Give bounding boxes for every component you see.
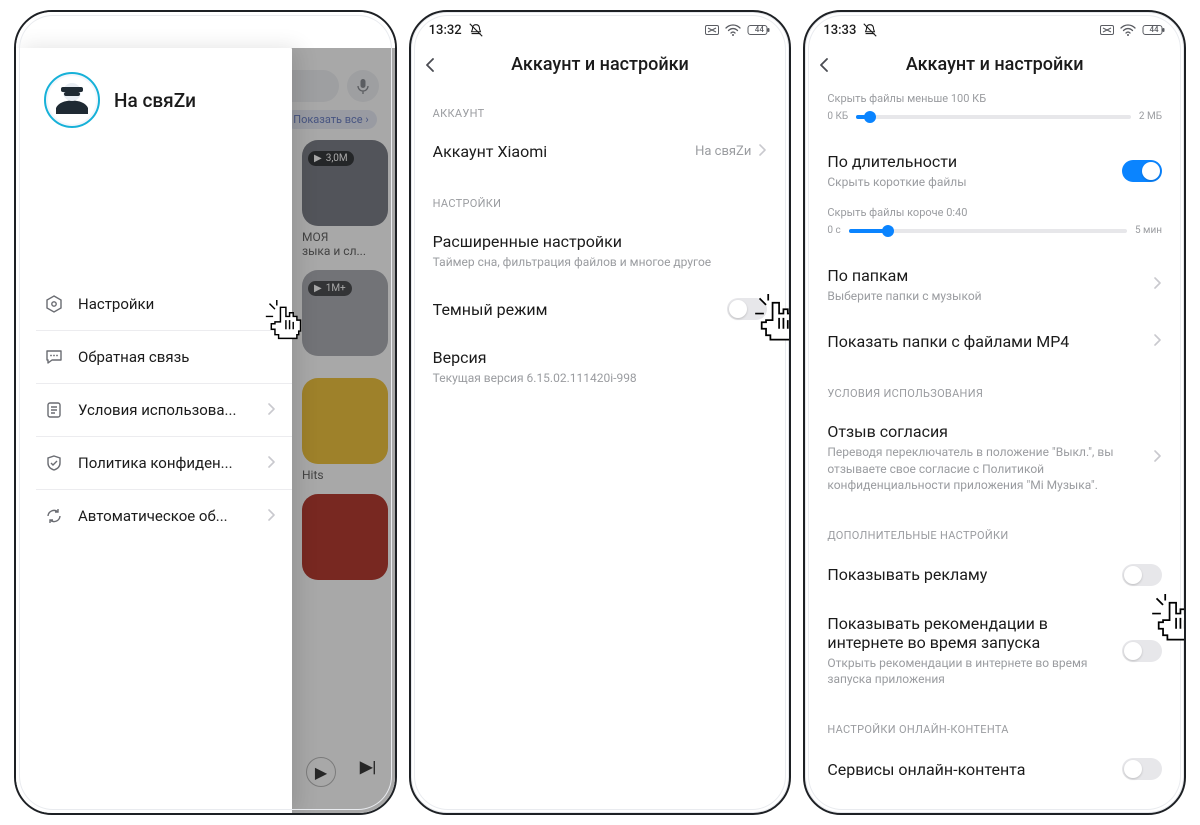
drawer-item-terms[interactable]: Условия использова...	[36, 384, 292, 437]
row-consent[interactable]: Отзыв согласия Переводя переключатель в …	[805, 408, 1184, 507]
back-button[interactable]	[819, 58, 847, 72]
page-title: Аккаунт и настройки	[847, 54, 1170, 75]
phone-1: 13:32 44 Показать все › ▶ 3,0M МОЯ зыка …	[14, 10, 397, 815]
row-show-recommendations[interactable]: Показывать рекомендации в интернете во в…	[805, 600, 1184, 701]
drawer-item-label: Условия использова...	[78, 401, 254, 419]
drawer-item-label: Автоматическое об...	[78, 507, 254, 525]
row-dark-mode[interactable]: Темный режим	[411, 284, 790, 334]
refresh-icon	[44, 506, 64, 526]
slider-min: 0 КБ	[827, 111, 848, 122]
row-title: Показывать рекламу	[827, 565, 1122, 584]
chevron-right-icon	[268, 454, 276, 472]
slider-label: Скрыть файлы короче 0:40	[827, 206, 1162, 219]
row-xiaomi-account[interactable]: Аккаунт Xiaomi На свяZи	[411, 128, 790, 175]
row-subtitle: Открыть рекомендации в интернете во врем…	[827, 655, 1122, 687]
row-by-folder[interactable]: По папкам Выберите папки с музыкой	[805, 252, 1184, 318]
slider-thumb[interactable]	[864, 111, 876, 123]
drawer-item-label: Обратная связь	[78, 348, 276, 366]
document-icon	[44, 400, 64, 420]
phone-2: 13:32 44 Аккаунт и настройки АККАУНТ Акк…	[409, 10, 792, 815]
page-header: Аккаунт и настройки	[411, 44, 790, 85]
slider-by-duration[interactable]: Скрыть файлы короче 0:40 0 с 5 мин	[805, 204, 1184, 252]
row-title: Темный режим	[433, 300, 728, 319]
slider-max: 2 МБ	[1139, 111, 1162, 122]
speech-bubble-icon	[44, 347, 64, 367]
slider-max: 5 мин	[1135, 225, 1162, 236]
section-header-terms: УСЛОВИЯ ИСПОЛЬЗОВАНИЯ	[805, 365, 1184, 408]
toggle-ads[interactable]	[1122, 564, 1162, 586]
row-value: На свяZи	[695, 144, 751, 159]
battery-icon: 44	[747, 23, 771, 37]
row-advanced-settings[interactable]: Расширенные настройки Таймер сна, фильтр…	[411, 218, 790, 284]
row-title: Аккаунт Xiaomi	[433, 142, 695, 161]
row-subtitle: Выберите папки с музыкой	[827, 288, 1154, 304]
toggle-dark-mode[interactable]	[727, 298, 767, 320]
section-header-settings: НАСТРОЙКИ	[411, 175, 790, 218]
row-title: Сервисы онлайн-контента	[827, 760, 1122, 779]
dnd-icon	[862, 22, 878, 38]
hex-gear-icon	[44, 294, 64, 314]
chevron-right-icon	[1154, 334, 1162, 350]
section-header-account: АККАУНТ	[411, 85, 790, 128]
row-online-services[interactable]: Сервисы онлайн-контента	[805, 744, 1184, 794]
section-header-online: НАСТРОЙКИ ОНЛАЙН-КОНТЕНТА	[805, 701, 1184, 744]
side-drawer: На свяZи Настройки Обратная связь Услови…	[16, 48, 292, 813]
slider-by-size[interactable]: Скрыть файлы меньше 100 КБ 0 КБ 2 МБ	[805, 90, 1184, 138]
chevron-right-icon	[268, 401, 276, 419]
row-by-duration[interactable]: По длительности Скрыть короткие файлы	[805, 138, 1184, 204]
row-version: Версия Текущая версия 6.15.02.111420i-99…	[411, 334, 790, 400]
dnd-icon	[468, 22, 484, 38]
drawer-item-label: Политика конфиден...	[78, 454, 254, 472]
status-bar: 13:32 44	[411, 12, 790, 44]
wifi-icon	[725, 23, 741, 37]
wifi-icon	[1120, 23, 1136, 37]
chevron-right-icon	[1154, 450, 1162, 466]
row-subtitle: Текущая версия 6.15.02.111420i-998	[433, 370, 768, 386]
toggle-recs[interactable]	[1122, 640, 1162, 662]
status-bar: 13:33 44	[805, 12, 1184, 44]
row-title: Расширенные настройки	[433, 232, 768, 251]
slider-thumb[interactable]	[882, 225, 894, 237]
phone-3: 13:33 44 Аккаунт и настройки Скрыть файл…	[803, 10, 1186, 815]
avatar	[44, 72, 100, 128]
row-subtitle: Скрыть короткие файлы	[827, 174, 1122, 190]
drawer-item-settings[interactable]: Настройки	[36, 278, 292, 331]
row-title: Показывать рекомендации в интернете во в…	[827, 614, 1122, 652]
row-title: По папкам	[827, 266, 1154, 285]
row-show-mp4[interactable]: Показать папки с файлами MP4	[805, 318, 1184, 365]
nodata-icon	[705, 25, 719, 35]
section-header-extra: ДОПОЛНИТЕЛЬНЫЕ НАСТРОЙКИ	[805, 507, 1184, 550]
profile-header[interactable]: На свяZи	[16, 48, 292, 148]
back-button[interactable]	[425, 58, 453, 72]
battery-icon: 44	[1142, 23, 1166, 37]
slider-min: 0 с	[827, 225, 840, 236]
drawer-item-label: Настройки	[78, 295, 276, 313]
chevron-right-icon	[268, 507, 276, 525]
chevron-right-icon	[1154, 277, 1162, 293]
shield-icon	[44, 453, 64, 473]
nodata-icon	[1100, 25, 1114, 35]
profile-name: На свяZи	[114, 89, 196, 112]
row-title: Показать папки с файлами MP4	[827, 332, 1154, 351]
row-title: Версия	[433, 348, 768, 367]
status-time: 13:32	[429, 23, 462, 38]
toggle-online[interactable]	[1122, 758, 1162, 780]
row-title: По длительности	[827, 152, 1122, 171]
drawer-item-autoupdate[interactable]: Автоматическое об...	[36, 490, 292, 542]
row-title: Отзыв согласия	[827, 422, 1154, 441]
chevron-right-icon	[759, 144, 767, 160]
drawer-item-privacy[interactable]: Политика конфиден...	[36, 437, 292, 490]
row-subtitle: Таймер сна, фильтрация файлов и многое д…	[433, 254, 768, 270]
toggle-duration[interactable]	[1122, 160, 1162, 182]
page-title: Аккаунт и настройки	[453, 54, 776, 75]
status-time: 13:33	[823, 23, 856, 38]
page-header: Аккаунт и настройки	[805, 44, 1184, 85]
slider-label: Скрыть файлы меньше 100 КБ	[827, 92, 1162, 105]
drawer-item-feedback[interactable]: Обратная связь	[36, 331, 292, 384]
row-subtitle: Переводя переключатель в положение "Выкл…	[827, 444, 1154, 493]
row-show-ads[interactable]: Показывать рекламу	[805, 550, 1184, 600]
